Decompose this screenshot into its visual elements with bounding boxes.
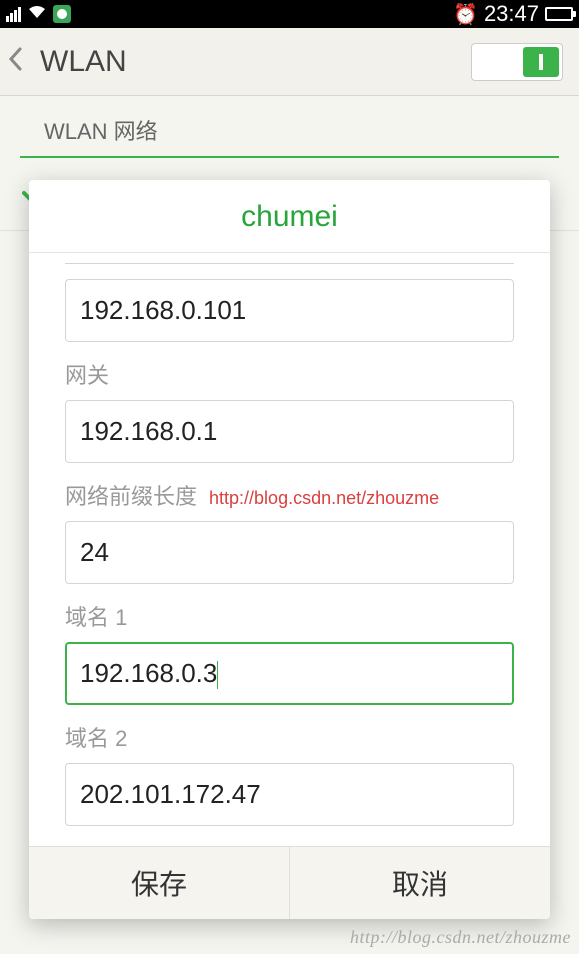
gateway-label-text: 网关 — [65, 358, 109, 390]
field-partial-top — [65, 263, 514, 279]
prefix-length-label-text: 网络前缀长度 — [65, 479, 197, 511]
dialog-actions: 保存 取消 — [29, 847, 550, 919]
dns2-label-text: 域名 2 — [65, 721, 127, 753]
dns2-field[interactable]: 202.101.172.47 — [65, 763, 514, 826]
inline-watermark: http://blog.csdn.net/zhouzme — [209, 488, 439, 509]
dns1-field[interactable]: 192.168.0.3 — [65, 642, 514, 705]
gateway-field[interactable]: 192.168.0.1 — [65, 400, 514, 463]
text-caret — [217, 661, 218, 689]
page-watermark: http://blog.csdn.net/zhouzme — [350, 927, 571, 948]
prefix-length-label: 网络前缀长度 http://blog.csdn.net/zhouzme — [65, 463, 514, 521]
save-button[interactable]: 保存 — [29, 847, 290, 919]
dns1-label: 域名 1 — [65, 584, 514, 642]
dns1-label-text: 域名 1 — [65, 600, 127, 632]
wifi-config-dialog: chumei 192.168.0.101 网关 192.168.0.1 网络前缀… — [29, 180, 550, 919]
dialog-body: 192.168.0.101 网关 192.168.0.1 网络前缀长度 http… — [29, 263, 550, 847]
dns1-value: 192.168.0.3 — [80, 658, 217, 688]
ip-address-field[interactable]: 192.168.0.101 — [65, 279, 514, 342]
dns2-label: 域名 2 — [65, 705, 514, 763]
cancel-button[interactable]: 取消 — [290, 847, 550, 919]
dialog-title: chumei — [29, 180, 550, 253]
gateway-label: 网关 — [65, 342, 514, 400]
prefix-length-field[interactable]: 24 — [65, 521, 514, 584]
